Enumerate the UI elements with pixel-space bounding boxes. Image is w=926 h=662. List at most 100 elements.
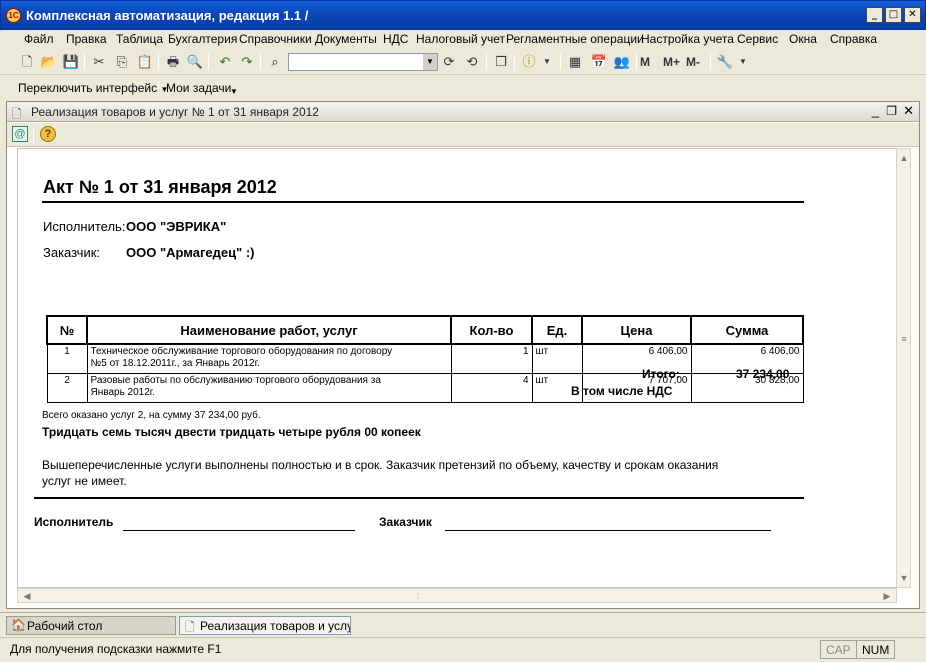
column-header: № — [46, 315, 88, 345]
task-document-label: Реализация товаров и услу... — [200, 619, 351, 633]
info-icon[interactable]: ⓘ — [520, 53, 538, 71]
search-combo[interactable]: ▼ — [288, 53, 438, 71]
menu-file[interactable]: Файл — [24, 32, 54, 46]
minimize-button[interactable]: _ — [866, 7, 883, 23]
horizontal-scrollbar[interactable]: ◀ ⦙ ▶ — [17, 588, 897, 603]
customer-value: ООО "Армагедец" :) — [126, 245, 255, 260]
print-icon[interactable]: 🖶 — [164, 53, 182, 71]
table-row: 2 Разовые работы по обслуживанию торгово… — [46, 372, 804, 403]
tools-icon[interactable]: 🔧 — [716, 53, 734, 71]
scroll-left-icon[interactable]: ◀ — [20, 589, 34, 603]
menu-help[interactable]: Справка — [830, 32, 877, 46]
users-icon[interactable]: 👥 — [613, 53, 631, 71]
find-next-icon[interactable]: ⟳ — [440, 53, 458, 71]
help-icon[interactable]: ? — [40, 126, 56, 142]
document-window-title: Реализация товаров и услуг № 1 от 31 янв… — [31, 105, 319, 119]
toolbar-more-icon[interactable]: ▼ — [734, 53, 752, 71]
executor-value: ООО "ЭВРИКА" — [126, 219, 227, 234]
close-button[interactable]: ✕ — [904, 7, 921, 23]
maximize-button[interactable]: □ — [885, 7, 902, 23]
email-send-icon[interactable]: @ — [12, 126, 28, 142]
cut-icon[interactable]: ✂ — [90, 53, 108, 71]
scroll-right-icon[interactable]: ▶ — [880, 589, 894, 603]
scroll-up-icon[interactable]: ▲ — [897, 151, 911, 165]
amount-in-words: Тридцать семь тысяч двести тридцать четы… — [42, 425, 421, 439]
menu-catalogs[interactable]: Справочники — [239, 32, 312, 46]
doc-close-button[interactable]: ✕ — [903, 103, 914, 119]
switch-interface-label: Переключить интерфейс — [18, 81, 158, 95]
column-header: Кол-во — [450, 315, 533, 345]
memory-minus-button[interactable]: M- — [686, 53, 700, 71]
menu-table[interactable]: Таблица — [116, 32, 163, 46]
calendar-icon[interactable]: 📅 — [590, 53, 608, 71]
windows-list-icon[interactable]: ❐ — [492, 53, 510, 71]
doc-restore-button[interactable]: ❐ — [886, 104, 897, 118]
menu-edit[interactable]: Правка — [66, 32, 107, 46]
row-number: 1 — [46, 343, 88, 374]
search-icon[interactable]: ⌕ — [266, 53, 284, 71]
task-desktop-label: Рабочий стол — [27, 619, 103, 633]
memory-plus-button[interactable]: M+ — [663, 53, 680, 71]
copy-icon[interactable]: ⎘ — [113, 53, 131, 71]
caps-indicator: CAP — [820, 640, 857, 659]
menu-vat[interactable]: НДС — [383, 32, 408, 46]
row-name-line: Разовые работы по обслуживанию торгового… — [90, 374, 381, 386]
menu-service[interactable]: Сервис — [737, 32, 778, 46]
paste-icon[interactable]: 📋 — [136, 53, 154, 71]
act-title: Акт № 1 от 31 января 2012 — [43, 177, 277, 197]
my-tasks-button[interactable]: Мои задачи — [166, 81, 231, 95]
task-desktop[interactable]: 🏠 Рабочий стол — [6, 616, 176, 635]
row-number: 2 — [46, 372, 88, 403]
find-previous-icon[interactable]: ⟲ — [463, 53, 481, 71]
summary-line: Всего оказано услуг 2, на сумму 37 234,0… — [42, 410, 261, 421]
row-name-line: Техническое обслуживание торгового обору… — [90, 346, 393, 357]
num-indicator: NUM — [856, 640, 896, 659]
save-icon[interactable]: 💾 — [62, 53, 80, 71]
menu-accounting-settings[interactable]: Настройка учета — [641, 32, 734, 46]
menu-documents[interactable]: Документы — [315, 32, 377, 46]
sign-executor-label: Исполнитель — [34, 515, 114, 529]
window-titlebar: 1С Комплексная автоматизация, редакция 1… — [0, 0, 926, 30]
my-tasks-label: Мои задачи — [166, 81, 232, 95]
task-document[interactable]: 🗋 Реализация товаров и услу... — [179, 616, 351, 635]
total-label: Итого: — [642, 367, 680, 381]
menu-bar: Файл Правка Таблица Бухгалтерия Справочн… — [0, 30, 926, 48]
column-header: Цена — [581, 315, 692, 345]
total-value: 37 234,00 — [736, 367, 790, 381]
printable-sheet: Акт № 1 от 31 января 2012 Исполнитель: О… — [17, 148, 897, 588]
menu-regulatory[interactable]: Регламентные операции — [506, 32, 644, 46]
statement-line: услуг не имеет. — [42, 474, 127, 488]
statement-line: Вышеперечисленные услуги выполнены полно… — [42, 458, 719, 472]
row-name-line: Январь 2012г. — [90, 386, 156, 398]
scroll-down-icon[interactable]: ▼ — [897, 571, 911, 585]
memory-m-button[interactable]: M — [640, 53, 650, 71]
chevron-down-icon[interactable]: ▼ — [423, 54, 437, 70]
new-document-icon[interactable]: 🗋 — [18, 53, 36, 71]
scroll-thumb[interactable]: ≡ — [897, 332, 911, 346]
open-folder-icon[interactable]: 📂 — [40, 53, 58, 71]
print-preview-icon[interactable]: 🔍 — [186, 53, 204, 71]
search-input[interactable] — [289, 54, 421, 70]
my-tasks-dropdown-icon[interactable]: ▼ — [230, 87, 238, 96]
calculator-icon[interactable]: ▦ — [566, 53, 584, 71]
redo-icon[interactable]: ↷ — [238, 53, 256, 71]
column-header: Наименование работ, услуг — [86, 315, 452, 345]
menu-tax-accounting[interactable]: Налоговый учет — [416, 32, 505, 46]
services-table: № Наименование работ, услуг Кол-во Ед. Ц… — [46, 315, 804, 403]
doc-minimize-button[interactable]: _ — [872, 103, 879, 118]
switch-interface-button[interactable]: Переключить интерфейс ▼ — [18, 81, 168, 95]
row-quantity: 1 — [450, 343, 533, 374]
document-icon: 🗋 — [185, 620, 195, 634]
menu-accounting[interactable]: Бухгалтерия — [168, 32, 237, 46]
customer-label: Заказчик: — [43, 245, 101, 260]
column-header: Сумма — [690, 315, 804, 345]
vertical-scrollbar[interactable]: ▲ ≡ ▼ — [896, 148, 911, 588]
row-name: Техническое обслуживание торгового обору… — [86, 343, 452, 374]
row-unit: шт — [531, 343, 583, 374]
undo-icon[interactable]: ↶ — [216, 53, 234, 71]
hscroll-thumb[interactable]: ⦙ — [411, 589, 425, 603]
info-dropdown-icon[interactable]: ▼ — [538, 53, 556, 71]
desktop-icon: 🏠 — [11, 618, 26, 632]
table-row: 1 Техническое обслуживание торгового обо… — [46, 343, 804, 374]
menu-windows[interactable]: Окна — [789, 32, 817, 46]
